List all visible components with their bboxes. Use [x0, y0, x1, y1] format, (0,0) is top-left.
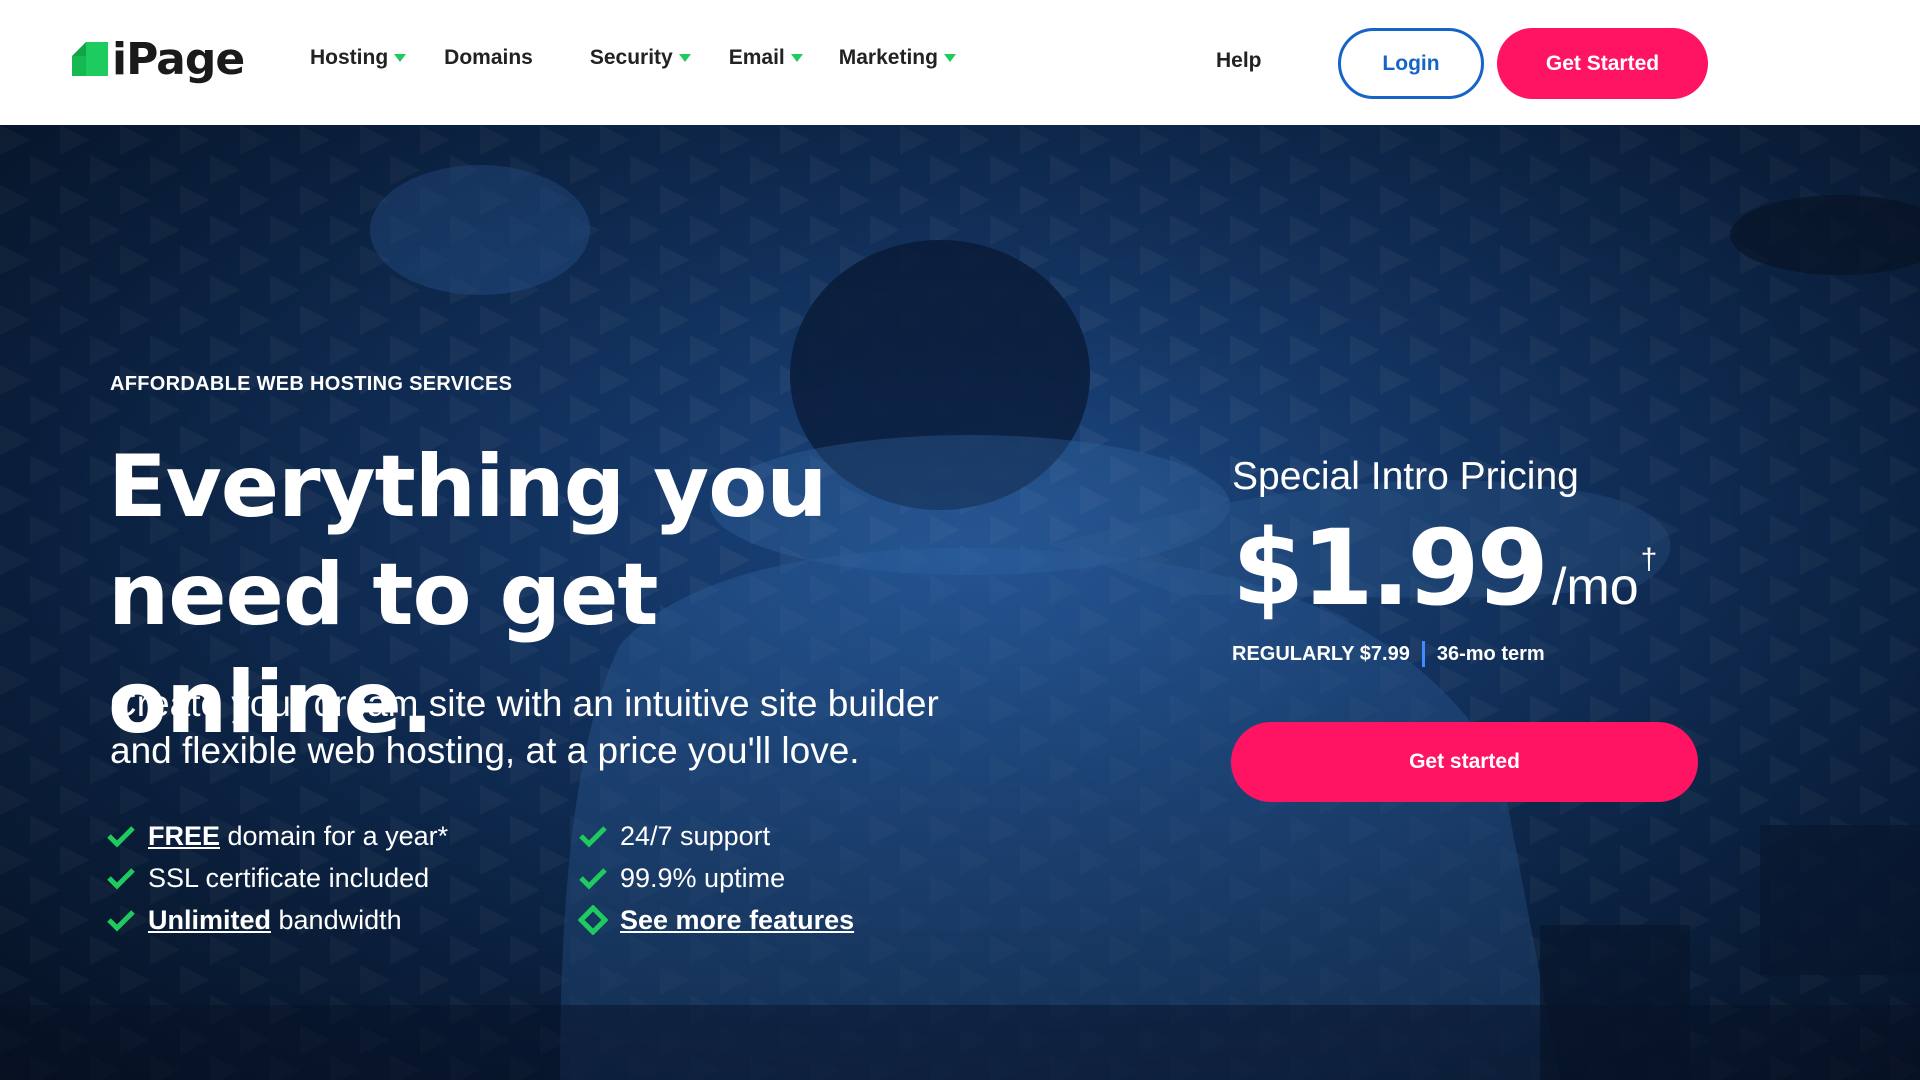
logo-mark-icon — [72, 41, 108, 76]
nav-hosting-label: Hosting — [310, 46, 389, 69]
nav-domains-label: Domains — [444, 46, 533, 69]
site-header: iPage Hosting Domains Security Email Mar… — [0, 0, 1920, 125]
nav-email[interactable]: Email — [729, 46, 803, 70]
headline-line-1: Everything you — [108, 437, 828, 537]
feature-free-link[interactable]: FREE — [148, 821, 220, 852]
feature-bandwidth-text: bandwidth — [271, 904, 402, 935]
check-icon — [107, 910, 135, 932]
feature-free-text: domain for a year* — [220, 820, 449, 851]
price-amount: $1.99 — [1232, 507, 1549, 629]
feature-uptime: 99.9% uptime — [578, 860, 1008, 896]
feature-uptime-text: 99.9% uptime — [620, 862, 786, 893]
hero-eyebrow: AFFORDABLE WEB HOSTING SERVICES — [110, 373, 513, 395]
subtext-line-1: Create your dream site with an intuitive… — [110, 683, 939, 724]
diamond-icon — [578, 905, 608, 935]
caret-down-icon — [943, 54, 956, 62]
nav-security[interactable]: Security — [590, 46, 691, 70]
nav-email-label: Email — [728, 46, 785, 69]
caret-down-icon — [790, 54, 803, 62]
ipage-logo[interactable]: iPage — [72, 34, 245, 85]
feature-list: FREE domain for a year* 24/7 support SSL… — [106, 818, 1006, 938]
caret-down-icon — [394, 54, 407, 62]
nav-marketing[interactable]: Marketing — [839, 46, 956, 70]
login-button[interactable]: Login — [1338, 28, 1484, 99]
feature-unlimited-link[interactable]: Unlimited — [148, 905, 271, 936]
price-footnote-mark: † — [1640, 543, 1658, 576]
hero-section: AFFORDABLE WEB HOSTING SERVICES Everythi… — [0, 125, 1920, 1080]
nav-hosting[interactable]: Hosting — [310, 46, 407, 70]
price-period: /mo — [1551, 558, 1639, 616]
feature-ssl-text: SSL certificate included — [148, 862, 430, 893]
nav-marketing-label: Marketing — [838, 46, 938, 69]
feature-bandwidth: Unlimited bandwidth — [106, 902, 578, 938]
feature-see-more: See more features — [578, 902, 1008, 938]
pricing-panel: Special Intro Pricing $1.99 /mo † REGULA… — [1232, 455, 1657, 667]
main-nav: Hosting Domains Security Email Marketing — [310, 46, 956, 70]
price-row: $1.99 /mo † — [1232, 513, 1657, 623]
intro-pricing-label: Special Intro Pricing — [1232, 455, 1579, 498]
check-icon — [107, 868, 135, 890]
check-icon — [579, 868, 607, 890]
subtext-line-2: and flexible web hosting, at a price you… — [110, 730, 860, 771]
check-icon — [579, 826, 607, 848]
term-length: 36-mo term — [1436, 642, 1545, 665]
check-icon — [107, 826, 135, 848]
regular-price: REGULARLY $7.99 — [1232, 642, 1410, 665]
get-started-header-button[interactable]: Get Started — [1497, 28, 1708, 99]
divider — [1421, 641, 1425, 667]
nav-security-label: Security — [589, 46, 673, 69]
see-more-features-link[interactable]: See more features — [620, 905, 854, 936]
feature-ssl: SSL certificate included — [106, 860, 578, 896]
nav-help[interactable]: Help — [1216, 49, 1262, 73]
get-started-hero-button[interactable]: Get started — [1231, 722, 1698, 802]
hero-subtext: Create your dream site with an intuitive… — [110, 680, 1070, 774]
feature-support: 24/7 support — [578, 818, 1008, 854]
regular-price-row: REGULARLY $7.99 36-mo term — [1232, 641, 1657, 667]
caret-down-icon — [678, 54, 691, 62]
feature-free-domain: FREE domain for a year* — [106, 818, 578, 854]
nav-domains[interactable]: Domains — [444, 46, 533, 70]
brand-name: iPage — [112, 34, 245, 85]
feature-support-text: 24/7 support — [620, 820, 771, 851]
